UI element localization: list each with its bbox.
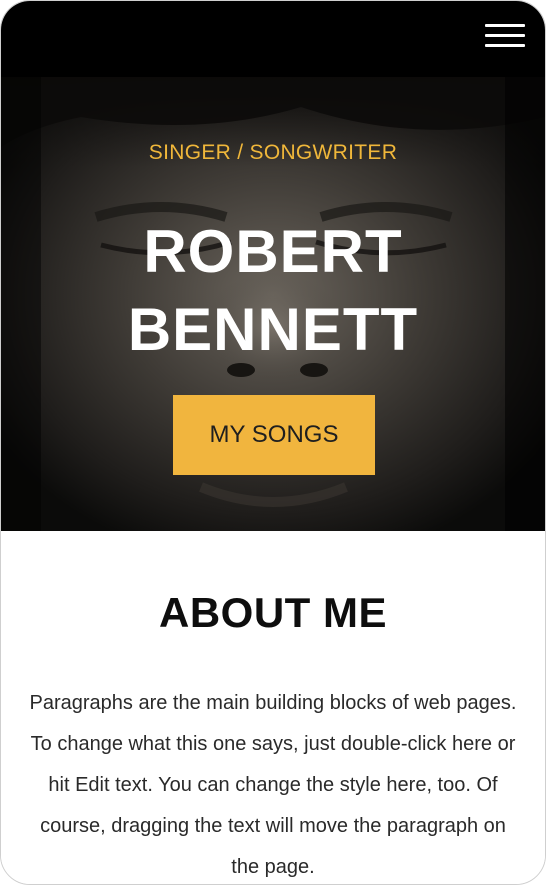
menu-line bbox=[485, 24, 525, 27]
about-paragraph: Paragraphs are the main building blocks … bbox=[29, 692, 517, 878]
hamburger-menu-icon[interactable] bbox=[485, 21, 525, 49]
my-songs-button[interactable]: MY SONGS bbox=[173, 395, 375, 475]
hero-name-line-last: BENNETT bbox=[127, 296, 419, 363]
menu-line bbox=[485, 44, 525, 47]
hero-tagline: SINGER / SONGWRITER bbox=[148, 141, 398, 164]
hero-name-line-first: ROBERT bbox=[143, 218, 403, 285]
hero-section: SINGER / SONGWRITER ROBERT BENNETT MY SO… bbox=[1, 77, 545, 531]
top-navigation-bar bbox=[1, 1, 545, 77]
hero-name-heading: ROBERT BENNETT bbox=[1, 213, 545, 369]
mobile-page: SINGER / SONGWRITER ROBERT BENNETT MY SO… bbox=[0, 0, 546, 885]
about-heading: ABOUT ME bbox=[159, 589, 387, 636]
about-section: ABOUT ME Paragraphs are the main buildin… bbox=[1, 531, 545, 884]
menu-line bbox=[485, 34, 525, 37]
